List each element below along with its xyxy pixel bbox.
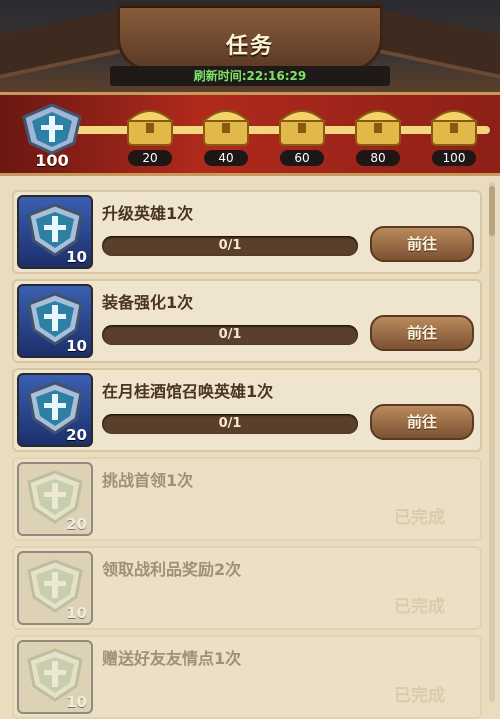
task-item-completed: 10 赠送好友友情点1次 已完成 [12, 635, 482, 719]
page-title: 任务 [225, 34, 274, 59]
task-progress-bar: 0/1 [102, 325, 358, 345]
completed-label: 已完成 [394, 686, 445, 706]
task-progress-bar: 0/1 [102, 414, 358, 434]
chest-threshold: 80 [356, 150, 400, 166]
task-reward-badge: 10 [17, 195, 93, 269]
task-progress-bar: 0/1 [102, 236, 358, 256]
chest-icon[interactable] [352, 101, 404, 151]
task-reward-badge: 20 [17, 462, 93, 536]
chest-threshold: 100 [432, 150, 476, 166]
task-item: 10 升级英雄1次 0/1 前往 [12, 190, 482, 274]
task-reward-value: 10 [66, 337, 87, 355]
chest-threshold: 60 [280, 150, 324, 166]
completed-label: 已完成 [394, 597, 445, 617]
task-name: 挑战首领1次 [102, 471, 194, 490]
task-name: 升级英雄1次 [102, 204, 194, 223]
go-button[interactable]: 前往 [370, 226, 474, 262]
task-reward-value: 20 [66, 515, 87, 533]
task-progress-text: 0/1 [218, 327, 242, 342]
task-reward-value: 20 [66, 426, 87, 444]
go-button[interactable]: 前往 [370, 315, 474, 351]
task-reward-value: 10 [66, 693, 87, 711]
chest-icon[interactable] [428, 101, 480, 151]
chest-threshold: 20 [128, 150, 172, 166]
chest-threshold: 40 [204, 150, 248, 166]
activity-total: 100 [35, 151, 69, 170]
task-name: 领取战利品奖励2次 [102, 560, 242, 579]
task-reward-value: 10 [66, 604, 87, 622]
task-reward-badge: 10 [17, 551, 93, 625]
task-progress-text: 0/1 [218, 416, 242, 431]
task-reward-value: 10 [66, 248, 87, 266]
task-name: 装备强化1次 [102, 293, 194, 312]
task-name: 在月桂酒馆召唤英雄1次 [102, 382, 274, 401]
activity-progress-band: 100 20 40 60 80 100 [0, 92, 500, 176]
chest-icon[interactable] [124, 101, 176, 151]
task-item: 20 在月桂酒馆召唤英雄1次 0/1 前往 [12, 368, 482, 452]
list-scrollbar[interactable] [489, 182, 495, 702]
task-item-completed: 10 领取战利品奖励2次 已完成 [12, 546, 482, 630]
task-reward-badge: 20 [17, 373, 93, 447]
task-reward-badge: 10 [17, 284, 93, 358]
go-button[interactable]: 前往 [370, 404, 474, 440]
chest-icon[interactable] [276, 101, 328, 151]
task-reward-badge: 10 [17, 640, 93, 714]
task-item: 10 装备强化1次 0/1 前往 [12, 279, 482, 363]
header-bar: 任务 刷新时间:22:16:29 [0, 0, 500, 92]
completed-label: 已完成 [394, 508, 445, 528]
scrollbar-thumb[interactable] [489, 186, 495, 236]
chest-icon[interactable] [200, 101, 252, 151]
task-item-completed: 20 挑战首领1次 已完成 [12, 457, 482, 541]
task-name: 赠送好友友情点1次 [102, 649, 242, 668]
task-progress-text: 0/1 [218, 238, 242, 253]
activity-shield-icon [22, 103, 82, 155]
refresh-time: 刷新时间:22:16:29 [110, 66, 390, 86]
